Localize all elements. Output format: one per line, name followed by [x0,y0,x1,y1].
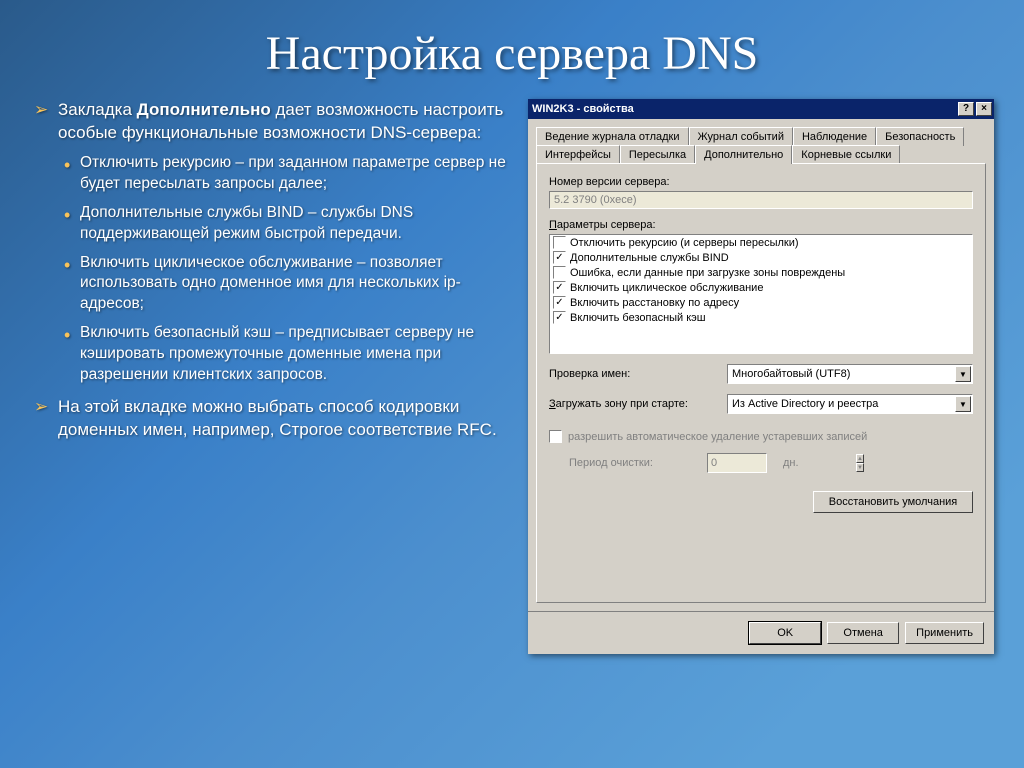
zone-load-dropdown[interactable]: Из Active Directory и реестра ▼ [727,394,973,414]
scavenge-label: разрешить автоматическое удаление устаре… [568,431,867,443]
server-option-label: Отключить рекурсию (и серверы пересылки) [570,237,799,249]
slide-title: Настройка сервера DNS [0,0,1024,99]
server-options-list[interactable]: Отключить рекурсию (и серверы пересылки)… [549,234,973,354]
dropdown-arrow-icon: ▼ [955,396,971,412]
name-check-label: Проверка имен: [549,368,719,380]
titlebar[interactable]: WIN2K3 - свойства ? × [528,99,994,119]
server-option-label: Дополнительные службы BIND [570,252,729,264]
server-option-item[interactable]: ✓ Включить безопасный кэш [550,310,972,325]
sub-bullet: Отключить рекурсию – при заданном параме… [58,153,508,195]
cleanup-period-spinner: ▲▼ [707,453,767,473]
version-field: 5.2 3790 (0xece) [549,191,973,209]
ok-button[interactable]: OK [749,622,821,644]
checkbox-icon[interactable]: ✓ [553,251,566,264]
checkbox-icon[interactable] [553,236,566,249]
bullet-1: Закладка Дополнительно дает возможность … [30,99,508,386]
checkbox-icon[interactable]: ✓ [553,281,566,294]
tab-root-hints[interactable]: Корневые ссылки [792,145,900,164]
tab-security[interactable]: Безопасность [876,127,964,146]
tab-debug-log[interactable]: Ведение журнала отладки [536,127,689,146]
server-option-label: Включить циклическое обслуживание [570,282,763,294]
name-check-dropdown[interactable]: Многобайтовый (UTF8) ▼ [727,364,973,384]
server-option-item[interactable]: ✓ Дополнительные службы BIND [550,250,972,265]
tab-forwarders[interactable]: Пересылка [620,145,695,164]
params-label: Параметры сервера: [549,219,973,231]
version-label: Номер версии сервера: [549,176,973,188]
cleanup-period-unit: дн. [775,457,973,469]
server-option-item[interactable]: ✓ Включить расстановку по адресу [550,295,972,310]
window-title: WIN2K3 - свойства [532,103,634,115]
apply-button[interactable]: Применить [905,622,984,644]
sub-bullet: Включить безопасный кэш – предписывает с… [58,323,508,386]
zone-load-label: Загружать зону при старте: [549,398,719,410]
bullet-2: На этой вкладке можно выбрать способ код… [30,396,508,442]
server-option-item[interactable]: Отключить рекурсию (и серверы пересылки) [550,235,972,250]
checkbox-icon[interactable]: ✓ [553,311,566,324]
server-option-item[interactable]: Ошибка, если данные при загрузке зоны по… [550,265,972,280]
tab-monitoring[interactable]: Наблюдение [793,127,876,146]
tab-advanced[interactable]: Дополнительно [695,145,792,164]
checkbox-icon[interactable] [553,266,566,279]
sub-bullet: Дополнительные службы BIND – службы DNS … [58,203,508,245]
slide-text: Закладка Дополнительно дает возможность … [30,99,508,654]
scavenge-checkbox[interactable] [549,430,562,443]
properties-dialog: WIN2K3 - свойства ? × Ведение журнала от… [528,99,994,654]
help-button[interactable]: ? [958,102,974,116]
cleanup-period-label: Период очистки: [549,457,699,469]
sub-bullet: Включить циклическое обслуживание – позв… [58,253,508,316]
dropdown-arrow-icon: ▼ [955,366,971,382]
cancel-button[interactable]: Отмена [827,622,899,644]
close-button[interactable]: × [976,102,992,116]
tab-event-log[interactable]: Журнал событий [689,127,793,146]
server-option-label: Включить расстановку по адресу [570,297,739,309]
restore-defaults-button[interactable]: Восстановить умолчания [813,491,973,513]
server-option-label: Ошибка, если данные при загрузке зоны по… [570,267,845,279]
tab-panel-advanced: Номер версии сервера: 5.2 3790 (0xece) П… [536,163,986,603]
checkbox-icon[interactable]: ✓ [553,296,566,309]
server-option-item[interactable]: ✓ Включить циклическое обслуживание [550,280,972,295]
tab-interfaces[interactable]: Интерфейсы [536,145,620,164]
server-option-label: Включить безопасный кэш [570,312,706,324]
